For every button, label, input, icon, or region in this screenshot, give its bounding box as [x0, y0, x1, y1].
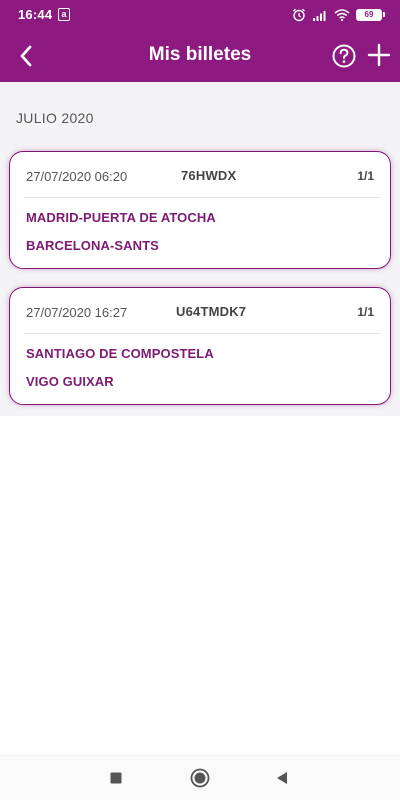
help-circle-icon	[332, 44, 356, 68]
ticket-code: U64TMDK7	[176, 304, 247, 319]
status-bar: 16:44 a 69	[0, 0, 400, 30]
add-ticket-button[interactable]	[364, 40, 394, 70]
system-nav-bar	[0, 755, 400, 800]
home-button[interactable]	[188, 766, 212, 790]
destination-station: VIGO GUIXAR	[26, 374, 114, 389]
home-icon	[190, 768, 210, 788]
month-header: JULIO 2020	[16, 110, 94, 126]
wifi-icon	[334, 9, 350, 21]
ticket-code: 76HWDX	[181, 168, 237, 183]
origin-station: SANTIAGO DE COMPOSTELA	[26, 346, 214, 361]
ticket-header: 27/07/2020 06:20 76HWDX 1/1	[10, 152, 390, 198]
ticket-card[interactable]: 27/07/2020 16:27 U64TMDK7 1/1 SANTIAGO D…	[9, 287, 391, 405]
status-time: 16:44	[18, 7, 53, 22]
tickets-list: JULIO 2020 27/07/2020 06:20 76HWDX 1/1 M…	[0, 82, 400, 416]
ticket-count: 1/1	[357, 169, 374, 183]
app-bar: Mis billetes	[0, 30, 400, 82]
destination-station: BARCELONA-SANTS	[26, 238, 159, 253]
plus-icon	[367, 43, 391, 67]
ticket-header: 27/07/2020 16:27 U64TMDK7 1/1	[10, 288, 390, 334]
alarm-icon	[293, 8, 305, 22]
recent-apps-button[interactable]	[104, 766, 128, 790]
back-triangle-icon	[277, 772, 287, 784]
battery-icon: 69	[356, 9, 385, 21]
top-bar: 16:44 a 69 Mis billetes	[0, 0, 400, 82]
signal-icon	[313, 11, 326, 21]
ticket-datetime: 27/07/2020 06:20	[26, 169, 128, 184]
ticket-count: 1/1	[357, 305, 374, 319]
ticket-card[interactable]: 27/07/2020 06:20 76HWDX 1/1 MADRID-PUERT…	[9, 151, 391, 269]
system-back-button[interactable]	[270, 766, 294, 790]
divider	[24, 333, 380, 334]
status-icons: 69	[292, 6, 385, 24]
app-notification-icon: a	[58, 8, 70, 21]
recent-apps-icon	[110, 772, 122, 784]
help-button[interactable]	[330, 42, 358, 70]
ticket-datetime: 27/07/2020 16:27	[26, 305, 128, 320]
divider	[24, 197, 380, 198]
origin-station: MADRID-PUERTA DE ATOCHA	[26, 210, 216, 225]
screen: 16:44 a 69 Mis billetes JULIO 2020 27/07…	[0, 0, 400, 800]
